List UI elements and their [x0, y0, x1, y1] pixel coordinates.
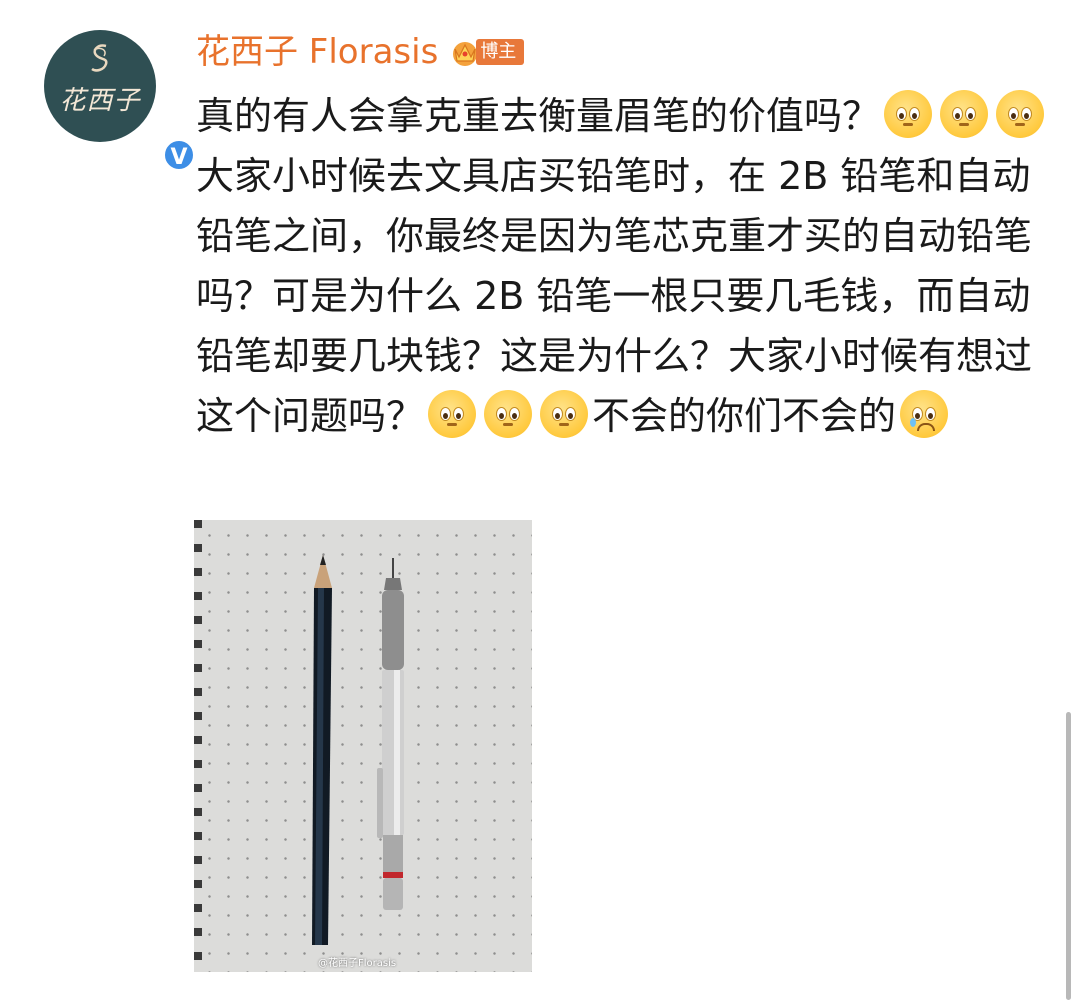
avatar[interactable]: 花西子 V [44, 30, 196, 172]
post-text-segment: 不会的你们不会的 [592, 394, 897, 438]
avatar-logo-text: 花西子 [59, 86, 141, 116]
author-row: 花西子 Florasis 博主 [196, 30, 525, 74]
pleading-face-icon [996, 90, 1045, 138]
wooden-pencil [312, 555, 332, 945]
pleading-face-icon [884, 90, 933, 138]
post-text: 真的有人会拿克重去衡量眉笔的价值吗？ 大家小时候去文具店买铅笔时，在 2B 铅笔和… [196, 86, 1056, 446]
pleading-face-icon [484, 390, 533, 438]
blogger-badge[interactable]: 博主 [448, 37, 525, 67]
pencils-illustration [312, 555, 404, 945]
crying-sad-face-icon [900, 390, 949, 438]
mechanical-pencil [377, 558, 404, 910]
pleading-face-icon [428, 390, 477, 438]
image-watermark: @花西子Florasis [318, 958, 397, 969]
pleading-face-icon [940, 90, 989, 138]
user-name[interactable]: 花西子 Florasis [196, 30, 438, 74]
verified-icon: V [162, 138, 196, 172]
badge-label: 博主 [476, 39, 525, 65]
post-image[interactable]: @花西子Florasis [194, 520, 532, 972]
pleading-face-icon [540, 390, 589, 438]
logo-icon [91, 44, 108, 72]
post-text-segment: 真的有人会拿克重去衡量眉笔的价值吗？ [196, 94, 881, 138]
scrollbar[interactable] [1066, 712, 1071, 1000]
